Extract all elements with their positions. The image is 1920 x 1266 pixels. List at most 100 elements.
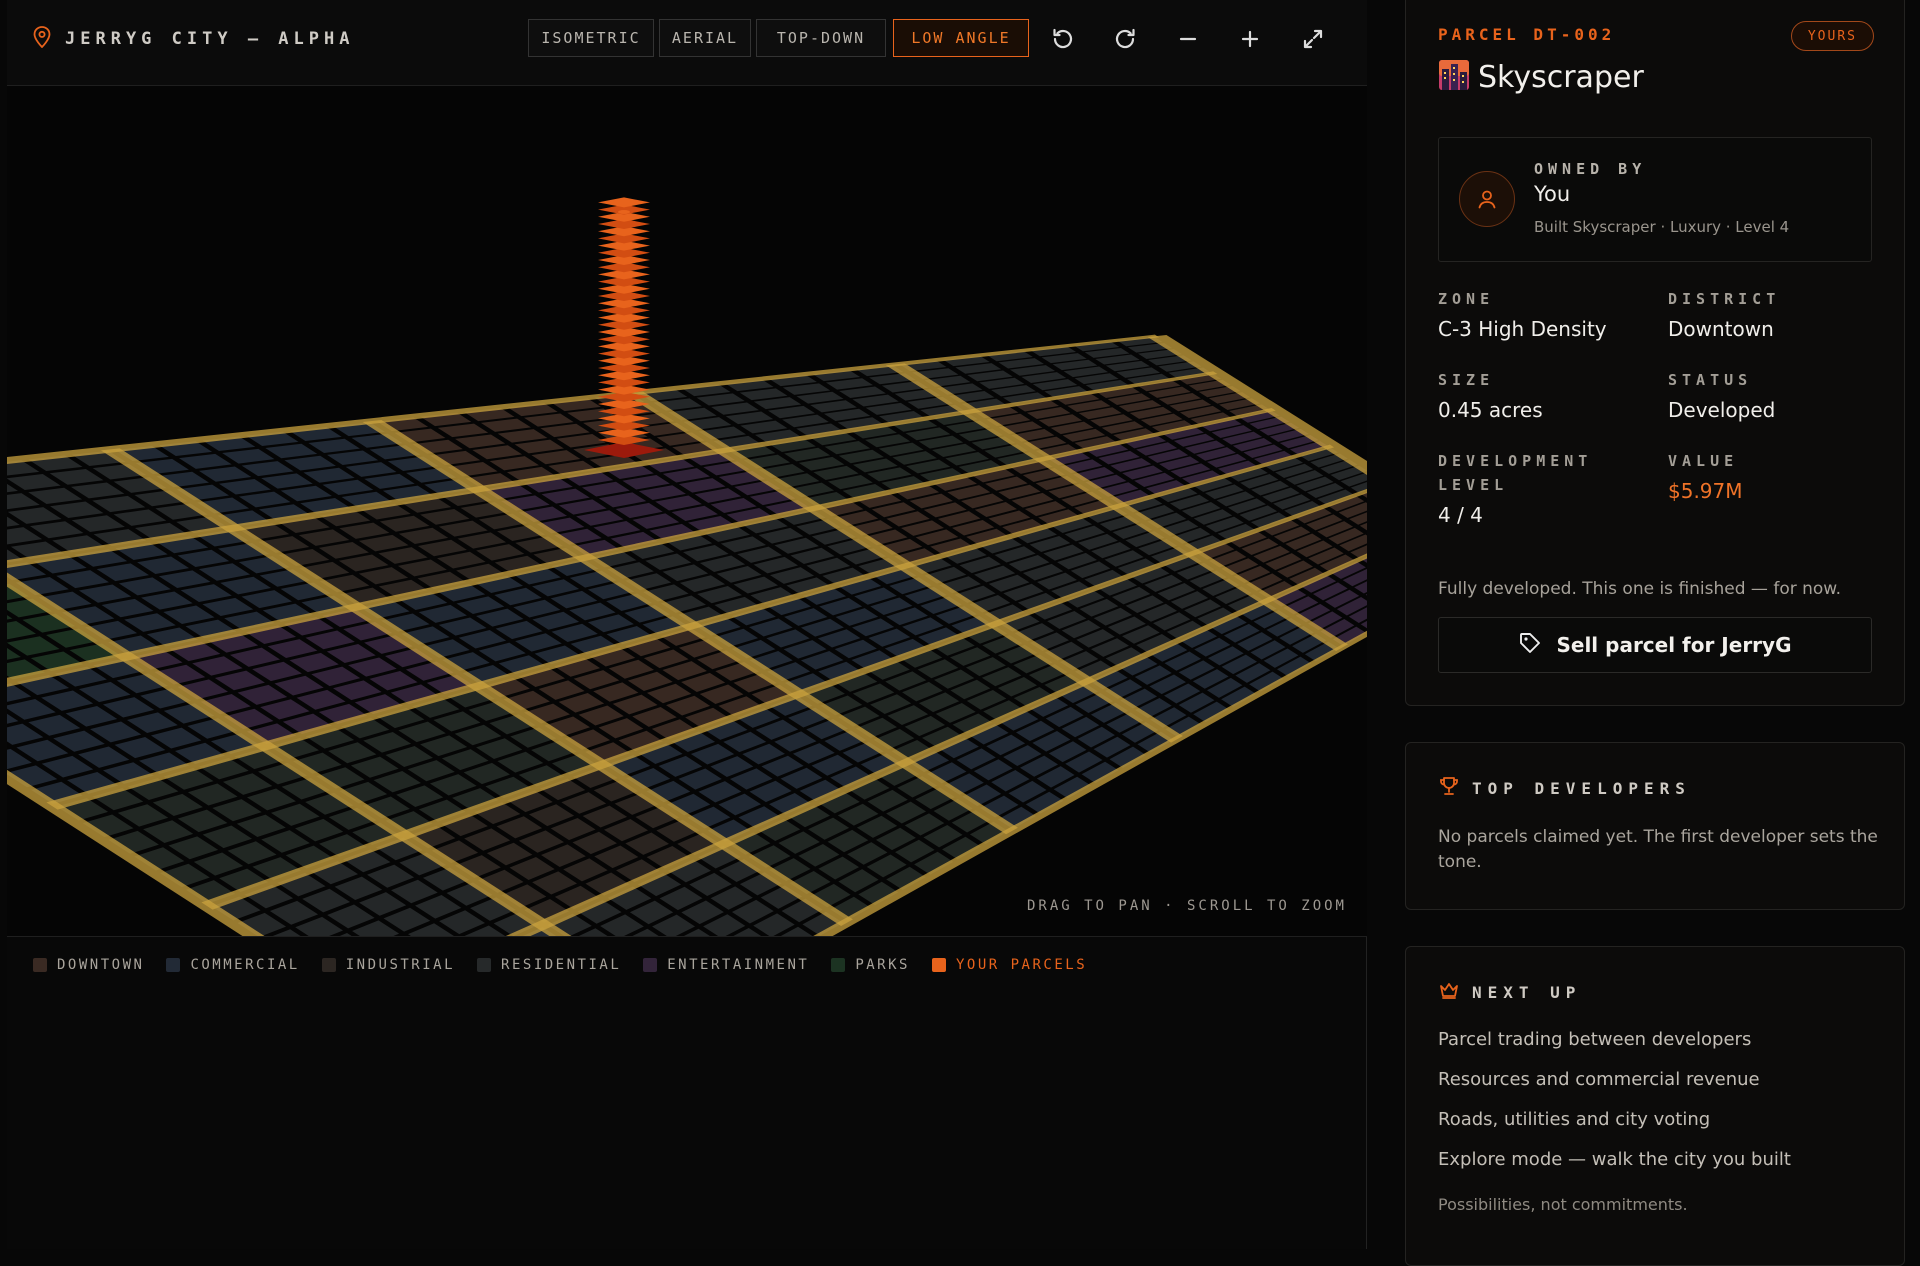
- map-tile: [218, 479, 271, 495]
- map-tile: [289, 652, 339, 673]
- next-up-card: NEXT UP Parcel trading between developer…: [1405, 946, 1905, 1266]
- view-isometric-button[interactable]: ISOMETRIC: [528, 19, 654, 57]
- map-tile: [56, 570, 109, 589]
- top-developers-body: No parcels claimed yet. The first develo…: [1438, 827, 1878, 872]
- map-tile: [420, 508, 470, 525]
- map-tile: [65, 705, 118, 727]
- legend-swatch: [477, 958, 492, 972]
- top-developers-title: TOP DEVELOPERS: [1472, 778, 1691, 798]
- zone-label: ZONE: [1438, 290, 1495, 308]
- parcel-card: PARCEL DT-002 YOURS Skyscraper OWNED BY …: [1405, 0, 1905, 706]
- map-tile: [180, 584, 232, 603]
- top-developers-header: TOP DEVELOPERS: [1438, 775, 1691, 801]
- status-value: Developed: [1668, 398, 1776, 422]
- map-tile: [364, 473, 415, 489]
- map-tile: [96, 563, 149, 582]
- legend-swatch: [166, 958, 181, 972]
- map-tile: [524, 413, 574, 427]
- view-top-down-button[interactable]: TOP-DOWN: [756, 19, 886, 57]
- map-tile: [7, 474, 61, 491]
- map-tile: [322, 479, 374, 496]
- map-hint: DRAG TO PAN · SCROLL TO ZOOM: [1026, 898, 1347, 914]
- map-tile: [417, 539, 467, 557]
- map-tile: [71, 515, 125, 533]
- map-tile: [214, 670, 265, 691]
- map-tile: [284, 455, 336, 471]
- map-tile: [261, 473, 313, 489]
- district-value: Downtown: [1668, 317, 1774, 341]
- view-low-angle-button[interactable]: LOW ANGLE: [893, 19, 1029, 57]
- map-tile: [229, 647, 281, 667]
- map-tile: [187, 783, 238, 806]
- district-label: DISTRICT: [1668, 290, 1781, 308]
- size-label: SIZE: [1438, 371, 1495, 389]
- map-tile: [261, 830, 310, 853]
- development-level-label: DEVELOPMENT LEVEL: [1438, 452, 1593, 494]
- zoom-in-icon[interactable]: [1230, 19, 1270, 59]
- next-up-header: NEXT UP: [1438, 979, 1581, 1005]
- map-tile: [379, 515, 430, 532]
- map-tile: [274, 675, 324, 696]
- map-tile: [260, 699, 310, 720]
- map-tile: [158, 570, 211, 589]
- city-title-text: JERRYG CITY — ALPHA: [65, 29, 355, 49]
- map-tile: [92, 495, 146, 513]
- map-tile: [480, 418, 531, 432]
- zoom-out-icon[interactable]: [1168, 19, 1208, 59]
- legend-swatch: [643, 958, 658, 972]
- map-tile: [238, 491, 291, 508]
- legend-swatch: [33, 958, 47, 972]
- map-tile: [438, 520, 488, 537]
- map-tile: [198, 466, 252, 482]
- rotate-left-icon[interactable]: [1043, 19, 1083, 59]
- map-tile: [198, 563, 251, 581]
- legend-divider: [7, 936, 1367, 937]
- map-tile: [30, 521, 84, 539]
- map-tile: [241, 461, 294, 477]
- parcel-note: Fully developed. This one is finished — …: [1438, 579, 1842, 599]
- legend-item-commercial: COMMERCIAL: [166, 957, 299, 973]
- rotate-right-icon[interactable]: [1105, 19, 1145, 59]
- map-tile: [345, 462, 397, 477]
- map-tile: [50, 501, 104, 519]
- map-tile: [241, 590, 292, 609]
- map-tile: [137, 556, 190, 575]
- map-tile: [113, 509, 167, 526]
- map-tile: [102, 697, 155, 718]
- next-up-title: NEXT UP: [1472, 982, 1582, 1002]
- map-tile: [179, 453, 232, 469]
- next-up-footer: Possibilities, not commitments.: [1438, 1195, 1688, 1214]
- top-developers-card: TOP DEVELOPERS No parcels claimed yet. T…: [1405, 742, 1905, 910]
- map-pane: JERRYG CITY — ALPHA ISOMETRIC AERIAL TOP…: [7, 0, 1367, 1249]
- sell-parcel-button[interactable]: Sell parcel for JerryG: [1438, 617, 1872, 673]
- fullscreen-icon[interactable]: [1293, 19, 1333, 59]
- city-map-canvas[interactable]: DRAG TO PAN · SCROLL TO ZOOM: [7, 86, 1367, 936]
- view-aerial-button[interactable]: AERIAL: [659, 19, 751, 57]
- skyscraper-emoji-icon: [1438, 59, 1470, 95]
- map-tile: [531, 450, 581, 465]
- map-tile: [7, 507, 62, 524]
- map-tile: [327, 450, 379, 465]
- map-tile: [49, 468, 104, 485]
- map-tile: [28, 487, 83, 505]
- tag-icon: [1518, 631, 1542, 659]
- owner-name: You: [1534, 182, 1571, 206]
- beacon-light: [618, 210, 630, 214]
- map-tile: [437, 423, 489, 438]
- legend-swatch: [321, 958, 336, 972]
- map-tile: [455, 434, 506, 449]
- city-grid: [7, 197, 1367, 936]
- map-tile: [177, 549, 230, 567]
- next-up-item: Roads, utilities and city voting: [1438, 1109, 1711, 1130]
- city-title: JERRYG CITY — ALPHA: [33, 26, 354, 52]
- legend-item-industrial: INDUSTRIAL: [321, 957, 455, 973]
- map-tile: [326, 644, 376, 663]
- map-tile: [265, 443, 318, 459]
- map-tile: [308, 438, 360, 454]
- map-tile: [222, 773, 273, 795]
- map-tile: [78, 584, 132, 603]
- map-tile: [280, 485, 332, 502]
- map-tile: [70, 482, 125, 499]
- map-tile: [118, 577, 171, 596]
- value-label: VALUE: [1668, 452, 1739, 470]
